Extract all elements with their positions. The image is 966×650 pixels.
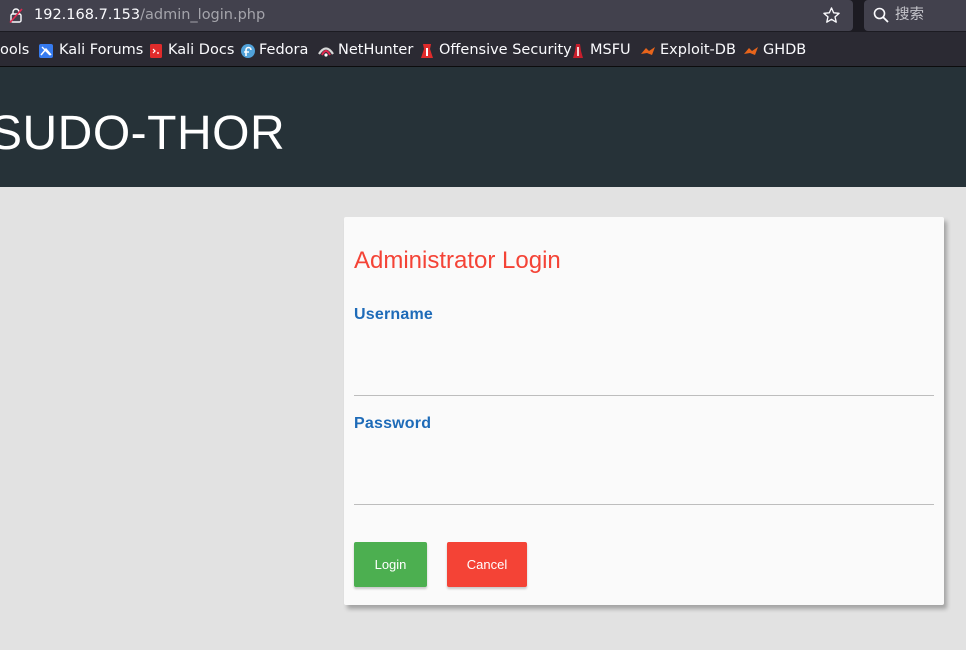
site-title: SUDO-THOR (0, 107, 286, 160)
browser-toolbar: ▾ 192.168.7.153/admin_login.php 搜索 (0, 0, 966, 32)
login-heading: Administrator Login (354, 247, 561, 274)
search-box[interactable]: 搜索 (864, 0, 966, 31)
offensive-security-icon (421, 44, 433, 58)
kali-forums-icon (39, 44, 53, 58)
password-label: Password (354, 415, 432, 432)
kali-docs-icon (150, 44, 162, 58)
fedora-icon (241, 44, 255, 58)
cancel-button[interactable]: Cancel (447, 542, 527, 587)
nethunter-icon (318, 47, 334, 57)
password-field[interactable] (354, 455, 934, 505)
username-field[interactable] (354, 346, 934, 396)
url-host: 192.168.7.153 (34, 7, 141, 23)
url-path: /admin_login.php (140, 7, 266, 23)
bookmark-label: MSFU (590, 42, 631, 58)
username-label: Username (354, 306, 433, 323)
search-placeholder: 搜索 (895, 7, 924, 23)
bookmark-label: NetHunter (338, 42, 414, 58)
insecure-lock-icon[interactable] (8, 7, 24, 24)
login-button[interactable]: Login (354, 542, 427, 587)
msfu-icon (573, 44, 583, 58)
search-icon (873, 7, 889, 23)
bookmark-label: Kali Forums (59, 42, 144, 58)
bookmark-label: ools (0, 42, 30, 58)
bookmark-tools[interactable]: ools (0, 41, 29, 59)
address-bar[interactable]: ▾ 192.168.7.153/admin_login.php (0, 0, 853, 31)
bookmarks-toolbar: ools Kali Forums Kali Docs Fedora NetHun… (0, 32, 966, 67)
bookmark-label: Kali Docs (168, 42, 235, 58)
url-text[interactable]: 192.168.7.153/admin_login.php (34, 6, 265, 25)
ghdb-icon (744, 47, 758, 55)
exploit-db-icon (641, 47, 655, 55)
bookmark-label: Offensive Security (439, 42, 572, 58)
bookmark-star-icon[interactable] (822, 6, 841, 25)
bookmark-label: Fedora (259, 42, 309, 58)
bookmark-label: Exploit-DB (660, 42, 736, 58)
login-card: Administrator Login Username Password Lo… (344, 217, 944, 605)
bookmark-label: GHDB (763, 42, 807, 58)
